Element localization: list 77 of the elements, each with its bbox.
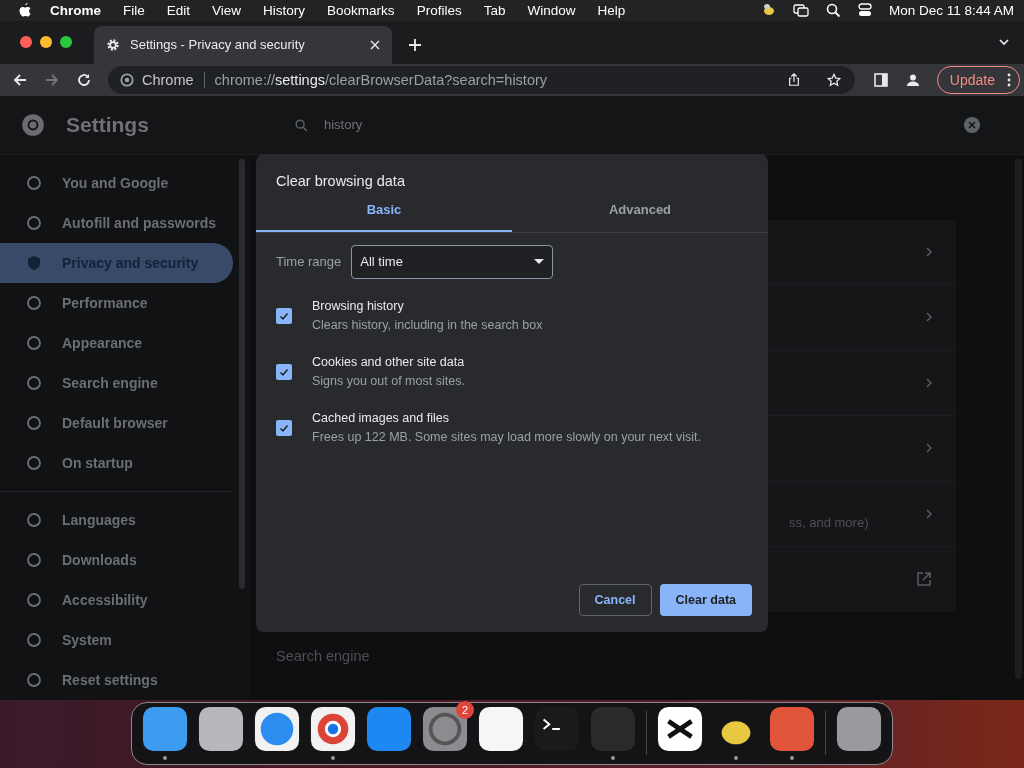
time-range-dropdown[interactable]: All time [351, 244, 554, 279]
round-logo-icon [20, 111, 46, 138]
url-text: chrome://settings/clearBrowserData?search=history [214, 71, 548, 88]
menu-item[interactable]: Profiles [416, 2, 462, 18]
chevron-right-icon[interactable] [926, 377, 932, 388]
sidebar-item[interactable]: Appearance [0, 322, 233, 363]
clear-data-button[interactable]: Clear data [659, 583, 752, 616]
sidebar-item[interactable]: You and Google [0, 162, 233, 203]
site-label: Chrome [142, 71, 194, 88]
option-title: Cached images and files [312, 409, 450, 427]
shield-icon [26, 254, 42, 271]
window-controls-icon[interactable] [20, 36, 72, 49]
side-panel-icon[interactable] [872, 71, 889, 88]
sidebar-item[interactable]: Accessibility [0, 579, 233, 620]
external-link-icon[interactable] [916, 571, 932, 588]
menu-item[interactable]: Edit [166, 2, 191, 18]
round-logo-icon[interactable] [310, 706, 356, 753]
browser-tab[interactable]: Settings - Privacy and security [94, 25, 392, 64]
checkbox[interactable] [276, 419, 292, 436]
notification-badge: 2 [456, 701, 474, 720]
caret-icon [534, 259, 545, 265]
close-icon[interactable] [370, 39, 380, 50]
tab-title: Settings - Privacy and security [130, 37, 306, 53]
address-bar[interactable]: Chrome chrome://settings/clearBrowserData?search=history [108, 65, 855, 94]
option-description: Signs you out of most sites. [312, 372, 465, 390]
menu-item[interactable]: Tab [483, 2, 506, 18]
app-menu[interactable]: Chrome [50, 2, 101, 18]
new-tab-icon[interactable] [408, 37, 422, 52]
clear-icon[interactable] [964, 116, 980, 133]
menu-item[interactable]: Bookmarks [327, 2, 395, 18]
time-range-label: Time range [276, 254, 342, 270]
dialog-tab[interactable]: Basic [256, 201, 512, 232]
option-title: Cookies and other site data [312, 353, 465, 371]
screen-mirroring-icon[interactable] [792, 2, 809, 19]
sidebar-item[interactable]: Search engine [0, 362, 233, 403]
sidebar-item[interactable]: Default browser [0, 402, 233, 443]
menu-item[interactable]: View [212, 2, 242, 18]
reload-icon[interactable] [76, 71, 92, 88]
sidebar-item[interactable]: Downloads [0, 539, 233, 580]
option-description: Frees up 122 MB. Some sites may load more slowly on your next visit. [312, 428, 702, 446]
search-field[interactable]: history [270, 116, 980, 133]
cancel-button[interactable]: Cancel [578, 583, 652, 616]
chevron-right-icon[interactable] [926, 312, 932, 323]
scrollbar[interactable] [239, 158, 245, 589]
dialog-title: Clear browsing data [275, 171, 406, 189]
sidebar-item[interactable]: Autofill and passwords [0, 202, 233, 243]
sidebar-item[interactable]: System [0, 619, 233, 660]
option-title: Browsing history [312, 297, 405, 315]
settings-title: Settings [66, 112, 149, 137]
back-arrow-icon[interactable] [12, 71, 28, 88]
apple-logo-icon[interactable] [18, 2, 32, 19]
menu-item[interactable]: History [263, 2, 306, 18]
terminal-icon[interactable] [534, 706, 580, 753]
menu-item[interactable]: File [123, 2, 145, 18]
menu-item[interactable]: Window [527, 2, 576, 18]
section-title: Search engine [276, 647, 370, 664]
chevron-right-icon[interactable] [926, 246, 932, 257]
share-icon[interactable] [786, 72, 801, 87]
forward-arrow-icon[interactable] [44, 71, 60, 88]
setting-description: ss, and more) [789, 515, 869, 531]
crossed-loop-icon[interactable] [657, 706, 703, 753]
sidebar-item[interactable]: Reset settings [0, 659, 233, 700]
sidebar-item[interactable]: Performance [0, 282, 233, 323]
sidebar-item[interactable]: On startup [0, 442, 233, 483]
chevron-right-icon[interactable] [926, 443, 932, 454]
sidebar-item[interactable]: Languages [0, 499, 233, 540]
round-logo-icon [120, 72, 134, 87]
menu-item[interactable]: Help [597, 2, 626, 18]
more-icon [1007, 72, 1011, 87]
checkbox[interactable] [276, 363, 292, 380]
star-icon[interactable] [826, 72, 841, 87]
menu-bar-clock[interactable]: Mon Dec 11 8:44 AM [888, 2, 1014, 18]
control-center-icon[interactable] [856, 2, 873, 19]
dialog-tab[interactable]: Advanced [512, 201, 768, 232]
option-description: Clears history, including in the search box [312, 316, 543, 334]
checkbox[interactable] [276, 307, 292, 324]
chevron-right-icon[interactable] [926, 508, 932, 519]
